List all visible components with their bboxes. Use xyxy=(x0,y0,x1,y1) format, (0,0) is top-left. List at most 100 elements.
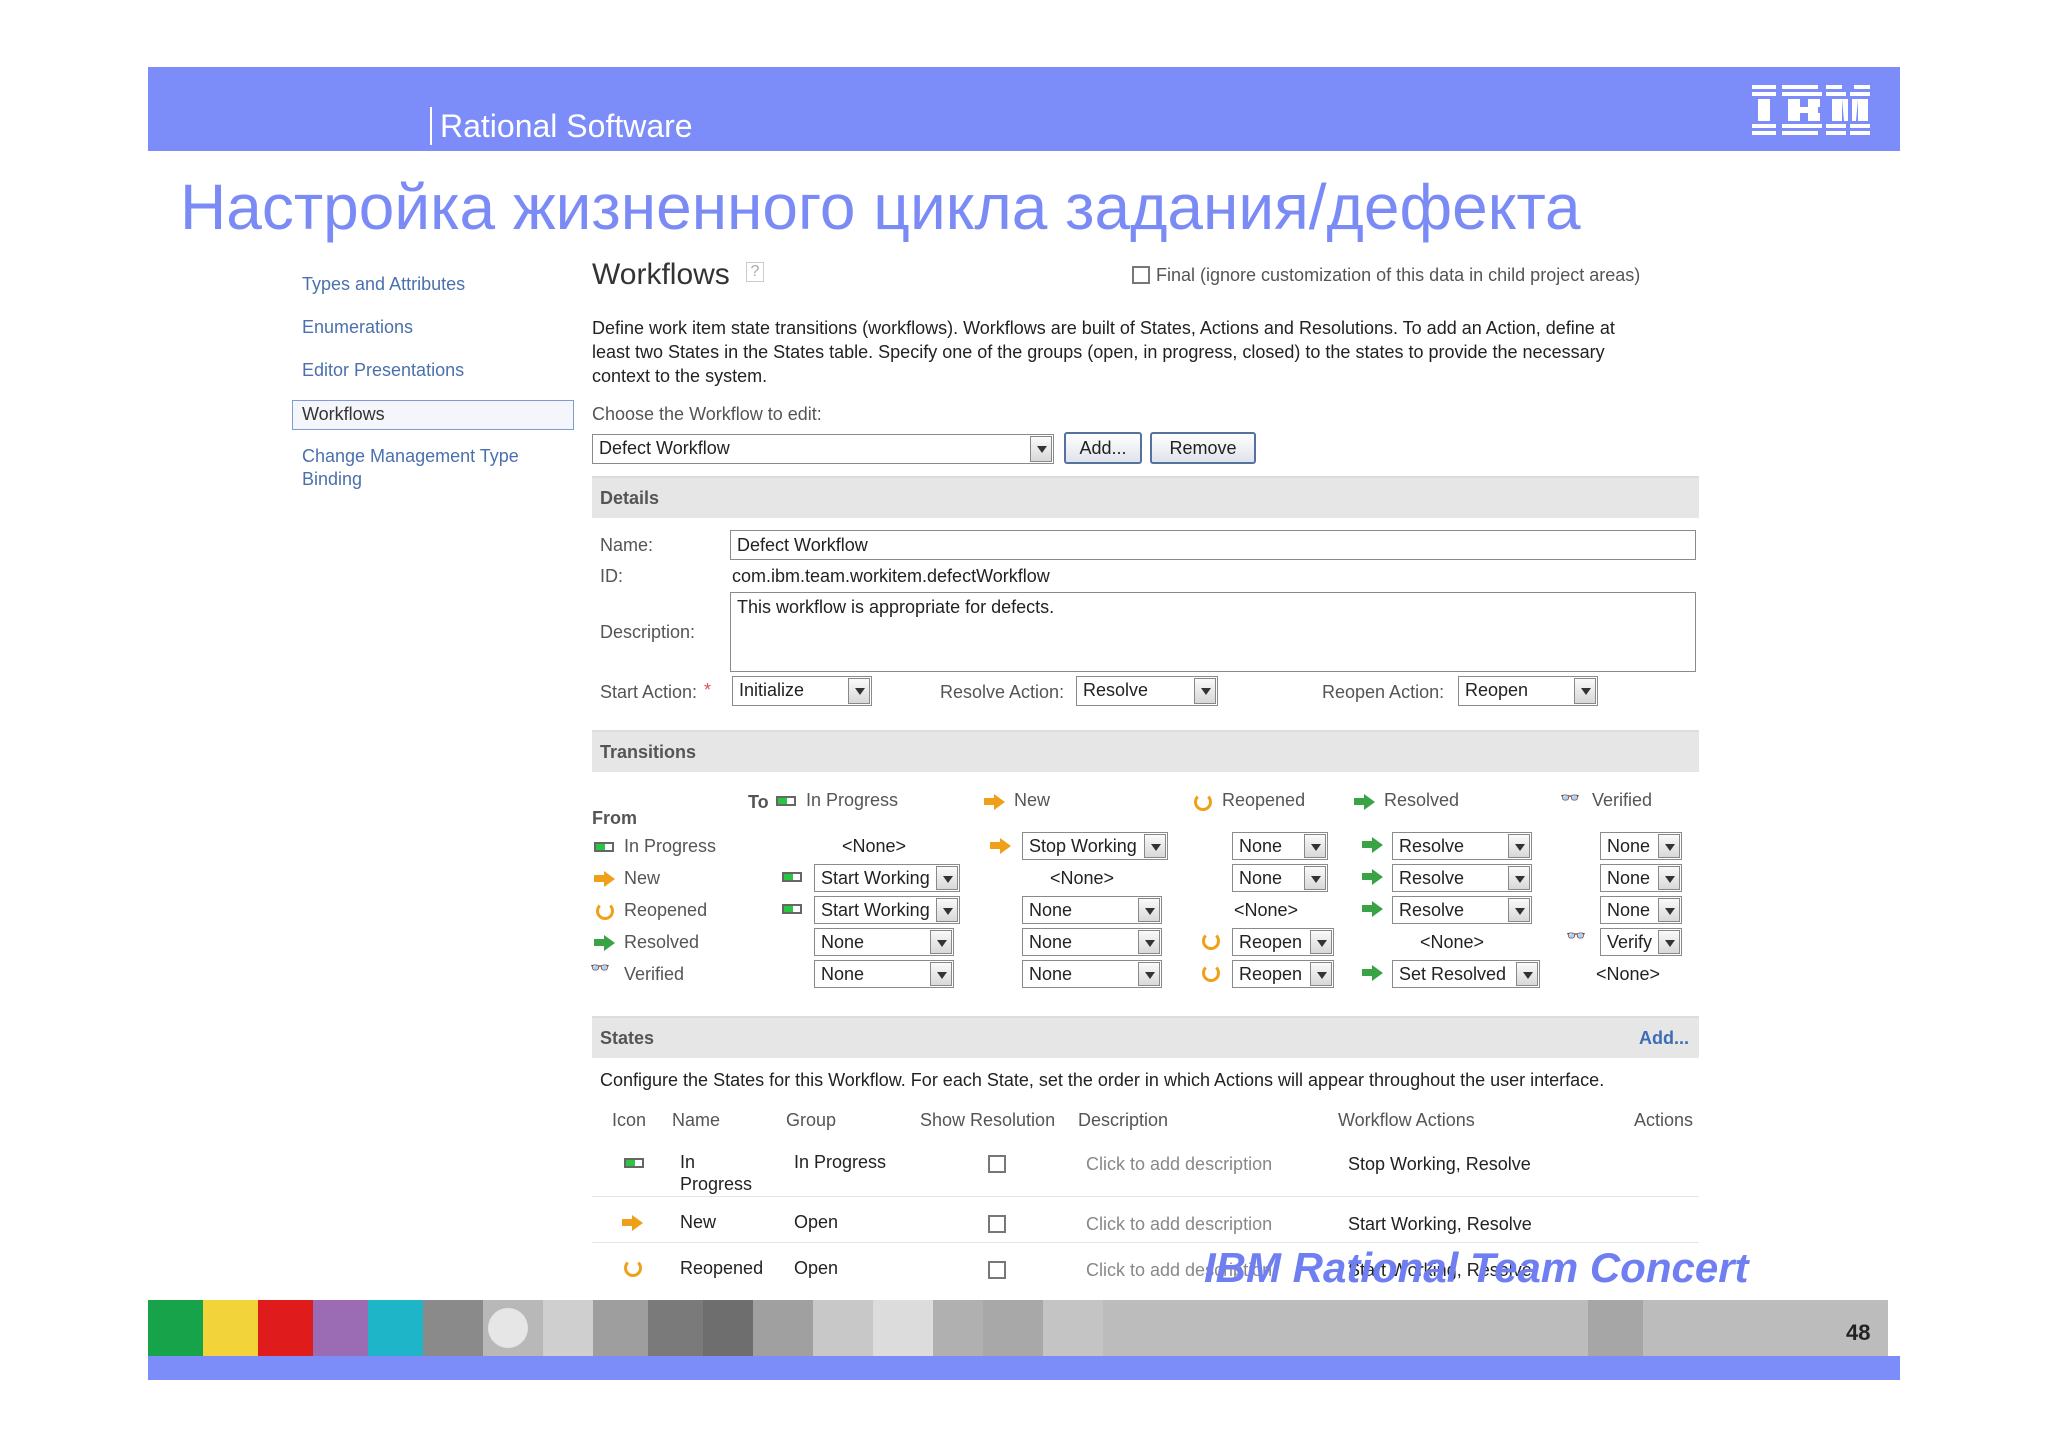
transition-select[interactable]: Reopen xyxy=(1232,960,1334,988)
transition-select[interactable]: Resolve xyxy=(1392,864,1532,892)
chevron-down-icon xyxy=(1310,930,1332,954)
row-divider xyxy=(592,1242,1699,1243)
nav-item-workflows[interactable]: Workflows xyxy=(302,404,385,425)
transition-select[interactable]: None xyxy=(814,928,954,956)
chevron-down-icon xyxy=(930,962,952,986)
transition-select-value: Resolve xyxy=(1399,868,1465,888)
required-mark: * xyxy=(704,680,712,700)
transition-select[interactable]: None xyxy=(1232,864,1328,892)
workflow-select[interactable]: Defect Workflow xyxy=(592,434,1054,464)
nav-item-editor-presentations[interactable]: Editor Presentations xyxy=(302,360,464,381)
states-col-workflow-actions: Workflow Actions xyxy=(1338,1110,1475,1130)
chevron-down-icon xyxy=(1508,834,1530,858)
add-state-link[interactable]: Add... xyxy=(1639,1028,1689,1049)
in-progress-icon xyxy=(594,842,614,852)
transition-select[interactable]: None xyxy=(814,960,954,988)
reopen-icon xyxy=(596,902,614,920)
transitions-section-title: Transitions xyxy=(600,742,697,762)
resolved-arrow-icon xyxy=(1362,964,1384,981)
transition-select[interactable]: Start Working xyxy=(814,896,960,924)
transition-select[interactable]: None xyxy=(1232,832,1328,860)
transition-select[interactable]: Stop Working xyxy=(1022,832,1168,860)
reopen-action-label: Reopen Action: xyxy=(1322,682,1445,702)
name-input[interactable]: Defect Workflow xyxy=(730,530,1696,560)
transition-select-value: None xyxy=(1607,900,1651,920)
states-col-icon: Icon xyxy=(612,1110,647,1130)
transition-select[interactable]: None xyxy=(1600,896,1682,924)
transition-select-value: None xyxy=(1239,836,1283,856)
reopen-icon xyxy=(624,1259,642,1277)
transition-select-value: Set Resolved xyxy=(1399,964,1507,984)
show-resolution-checkbox[interactable] xyxy=(988,1215,1006,1233)
transition-select[interactable]: Resolve xyxy=(1392,896,1532,924)
final-checkbox-label: Final (ignore customization of this data… xyxy=(1156,265,1641,285)
states-description: Configure the States for this Workflow. … xyxy=(600,1070,1605,1090)
chevron-down-icon xyxy=(1658,930,1680,954)
chevron-down-icon xyxy=(1138,898,1160,922)
transition-select-value: None xyxy=(1029,900,1073,920)
col-header-verified: Verified xyxy=(1592,790,1653,810)
chevron-down-icon xyxy=(1508,866,1530,890)
new-arrow-icon xyxy=(984,793,1006,810)
resolve-action-select[interactable]: Resolve xyxy=(1076,676,1218,706)
slide-title: Настройка жизненного цикла задания/дефек… xyxy=(180,171,1581,243)
name-input-value: Defect Workflow xyxy=(737,535,868,555)
states-col-name: Name xyxy=(672,1110,721,1130)
nav-item-types-and-attributes[interactable]: Types and Attributes xyxy=(302,274,465,295)
states-col-actions: Actions xyxy=(1634,1110,1694,1130)
nav-item-enumerations[interactable]: Enumerations xyxy=(302,317,413,338)
transition-select-value: Reopen xyxy=(1239,932,1303,952)
workflow-select-value: Defect Workflow xyxy=(599,438,730,458)
transition-select[interactable]: None xyxy=(1600,864,1682,892)
transition-select-value: None xyxy=(1029,964,1073,984)
row-from-in-progress: In Progress xyxy=(624,836,717,856)
transition-select[interactable]: None xyxy=(1600,832,1682,860)
states-section-header[interactable]: States Add... xyxy=(592,1016,1699,1058)
reopen-action-value: Reopen xyxy=(1465,680,1529,700)
in-progress-icon xyxy=(782,872,802,882)
page-number: 48 xyxy=(1846,1320,1871,1345)
transition-select[interactable]: Set Resolved xyxy=(1392,960,1540,988)
start-action-select[interactable]: Initialize xyxy=(732,676,872,706)
remove-workflow-button[interactable]: Remove xyxy=(1150,432,1256,464)
transition-select[interactable]: Reopen xyxy=(1232,928,1334,956)
chevron-down-icon xyxy=(1658,898,1680,922)
transition-select-value: Start Working xyxy=(821,868,930,888)
chevron-down-icon xyxy=(1304,866,1326,890)
transition-select[interactable]: None xyxy=(1022,928,1162,956)
show-resolution-checkbox[interactable] xyxy=(988,1261,1006,1279)
help-icon[interactable]: ? xyxy=(746,262,764,282)
cell-none-marker: <None> xyxy=(1596,964,1661,984)
details-section-header[interactable]: Details xyxy=(592,476,1699,518)
transition-select-value: Start Working xyxy=(821,900,930,920)
transition-select-value: None xyxy=(1029,932,1073,952)
chevron-down-icon xyxy=(1194,678,1216,704)
state-description-placeholder[interactable]: Click to add description xyxy=(1086,1154,1272,1175)
id-label: ID: xyxy=(600,566,624,586)
transition-select[interactable]: Resolve xyxy=(1392,832,1532,860)
final-checkbox[interactable] xyxy=(1132,266,1150,284)
transition-select[interactable]: None xyxy=(1022,960,1162,988)
state-description-placeholder[interactable]: Click to add description xyxy=(1086,1214,1272,1235)
choose-workflow-label: Choose the Workflow to edit: xyxy=(592,404,822,424)
col-header-reopened: Reopened xyxy=(1222,790,1306,810)
show-resolution-checkbox[interactable] xyxy=(988,1155,1006,1173)
state-name-line2: Progress xyxy=(680,1174,753,1194)
reopen-action-select[interactable]: Reopen xyxy=(1458,676,1598,706)
cell-none-marker: <None> xyxy=(1050,868,1115,888)
transitions-section-header[interactable]: Transitions xyxy=(592,730,1699,772)
resolve-action-label: Resolve Action: xyxy=(940,682,1065,702)
description-textarea[interactable]: This workflow is appropriate for defects… xyxy=(730,592,1696,672)
transition-select-value: Resolve xyxy=(1399,836,1465,856)
nav-item-change-management-type-binding[interactable]: Change Management Type Binding xyxy=(302,446,519,490)
chevron-down-icon xyxy=(1658,866,1680,890)
add-workflow-button[interactable]: Add... xyxy=(1064,432,1142,464)
resolved-arrow-icon xyxy=(1354,793,1376,810)
transition-select[interactable]: Verify xyxy=(1600,928,1682,956)
transition-select[interactable]: None xyxy=(1022,896,1162,924)
transition-select-value: Verify xyxy=(1607,932,1653,952)
cell-none-marker: <None> xyxy=(842,836,907,856)
chevron-down-icon xyxy=(848,678,870,704)
transition-select[interactable]: Start Working xyxy=(814,864,960,892)
workflows-intro-line1: Define work item state transitions (work… xyxy=(592,318,1615,338)
